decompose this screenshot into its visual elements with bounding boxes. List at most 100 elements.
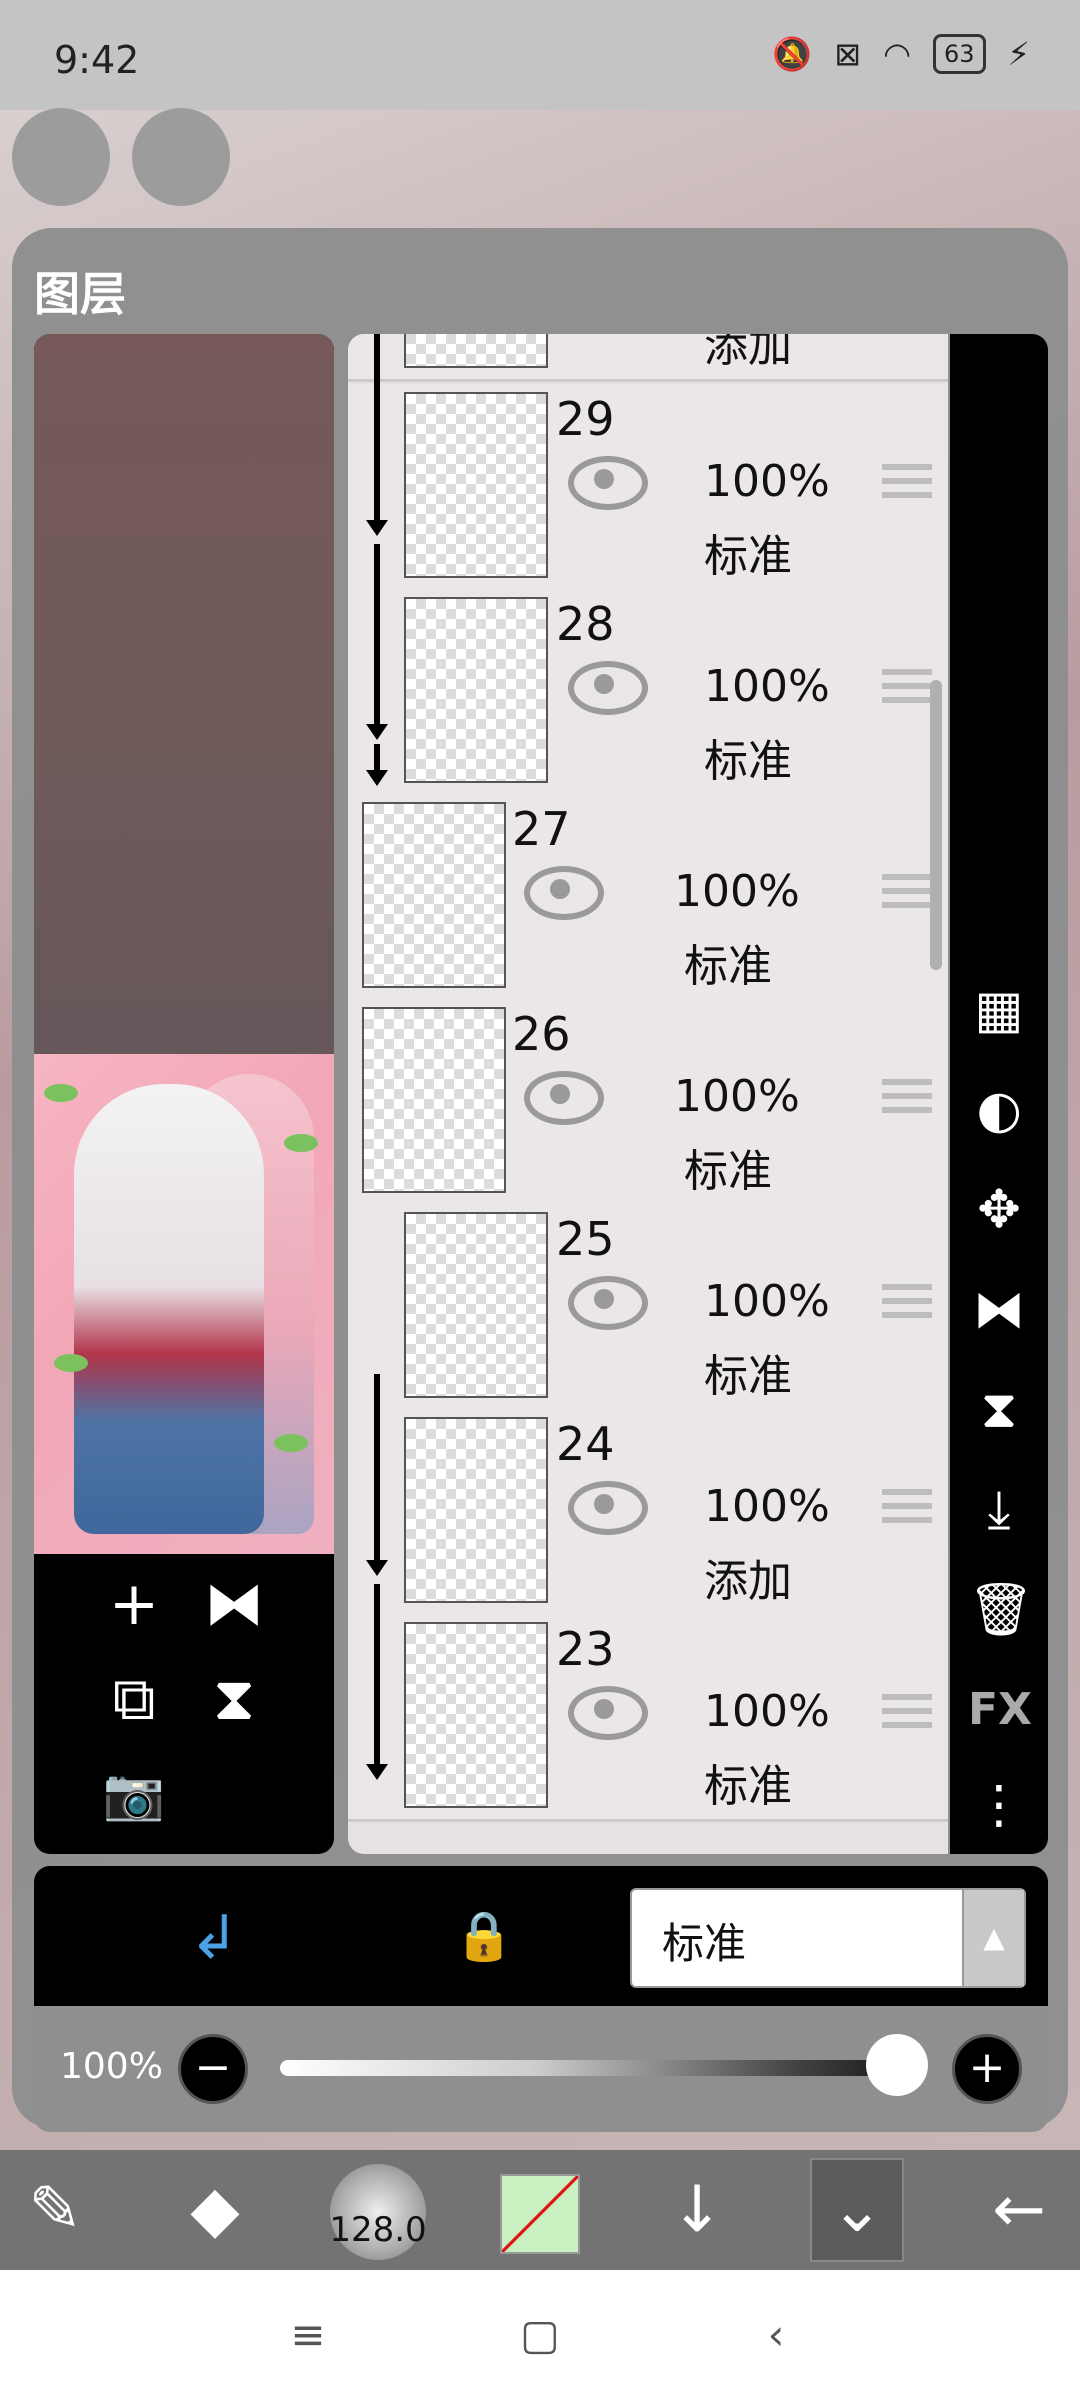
layer-row-24[interactable]: 24 100% 添加	[348, 1409, 948, 1617]
layer-opacity: 100%	[704, 456, 830, 507]
move-icon[interactable]: ✥	[968, 1179, 1030, 1241]
drag-handle-icon[interactable]	[882, 1079, 932, 1119]
drag-handle-icon[interactable]	[882, 1489, 932, 1529]
layer-thumbnail	[404, 1212, 548, 1398]
layer-row-29[interactable]: 29 100% 标准	[348, 384, 948, 592]
opacity-controls: 100% − +	[34, 2006, 1048, 2132]
redo-circle-button[interactable]	[132, 108, 230, 206]
camera-icon[interactable]: 📷	[94, 1754, 174, 1834]
drag-handle-icon[interactable]	[882, 1694, 932, 1734]
visibility-eye-icon[interactable]	[524, 1071, 604, 1125]
layer-number: 28	[556, 597, 615, 651]
clipping-arrow-icon	[366, 1560, 388, 1576]
layer-blend-mode: 标准	[704, 1761, 792, 1812]
layer-thumbnail	[362, 1007, 506, 1193]
layer-blend-mode: 标准	[704, 531, 792, 582]
layer-row-25[interactable]: 25 100% 标准	[348, 1204, 948, 1412]
layer-row-28[interactable]: 28 100% 标准	[348, 589, 948, 797]
flip-horizontal-icon[interactable]: ⧓	[194, 1564, 274, 1644]
opacity-slider[interactable]	[280, 2060, 920, 2076]
eraser-icon[interactable]: ◆	[170, 2170, 260, 2250]
merge-down-icon[interactable]: ⤓	[968, 1479, 1030, 1541]
opacity-label: 100%	[60, 2046, 163, 2087]
visibility-eye-icon[interactable]	[568, 661, 648, 715]
canvas-preview: + ⧓ ⧉ ⧗ 📷	[34, 334, 334, 1854]
duplicate-layer-icon[interactable]: ⧉	[94, 1659, 174, 1739]
color-swatch[interactable]	[500, 2174, 580, 2254]
preview-artwork[interactable]	[34, 1054, 334, 1554]
trash-icon[interactable]: 🗑	[968, 1579, 1034, 1641]
blend-mode-select[interactable]: 标准 ▲	[630, 1888, 1026, 1988]
layer-blend-mode: 标准	[704, 736, 792, 787]
clipping-line	[374, 334, 380, 524]
layer-row-23[interactable]: 23 100% 标准	[348, 1614, 948, 1822]
opacity-slider-thumb[interactable]	[866, 2034, 928, 2096]
clipping-arrow-icon	[366, 724, 388, 740]
drag-handle-icon[interactable]	[882, 464, 932, 504]
layer-thumbnail	[404, 597, 548, 783]
preview-dim-area	[34, 334, 334, 1054]
charging-icon: ⚡	[1007, 35, 1030, 73]
flip-vertical-icon[interactable]: ⧗	[968, 1379, 1030, 1441]
visibility-eye-icon[interactable]	[568, 1276, 648, 1330]
layer-number: 29	[556, 392, 615, 446]
visibility-eye-icon[interactable]	[568, 456, 648, 510]
mute-icon: 🔕	[772, 35, 813, 73]
layer-number: 25	[556, 1212, 615, 1266]
layer-row-27[interactable]: 27 100% 标准	[348, 794, 948, 1002]
blend-mode-value: 标准	[662, 1919, 747, 1968]
clipping-line	[374, 1374, 380, 1564]
back-icon[interactable]: ‹	[746, 2310, 806, 2360]
clock: 9:42	[54, 38, 140, 82]
layer-blend-mode: 标准	[684, 941, 772, 992]
artwork-figure	[74, 1084, 264, 1534]
clipping-arrow-icon	[366, 520, 388, 536]
drag-handle-icon[interactable]	[882, 669, 932, 709]
flip-vertical-icon[interactable]: ⧗	[194, 1659, 274, 1739]
clipping-line	[374, 1584, 380, 1764]
layer-opacity: 100%	[674, 866, 800, 917]
layer-list[interactable]: 添加 29 100% 标准 28 100% 标准 27 100% 标准 26 1…	[348, 334, 948, 1854]
flip-horizontal-icon[interactable]: ⧓	[968, 1279, 1030, 1341]
clipping-line	[374, 544, 380, 724]
canvas-tools: + ⧓ ⧉ ⧗ 📷	[34, 1554, 334, 1854]
alpha-lock-icon[interactable]: 🔒	[454, 1904, 514, 1968]
layer-row-26[interactable]: 26 100% 标准	[348, 999, 948, 1207]
visibility-eye-icon[interactable]	[568, 1686, 648, 1740]
layer-blend-mode: 标准	[704, 1351, 792, 1402]
minus-button[interactable]: −	[178, 2034, 248, 2104]
layer-thumbnail	[362, 802, 506, 988]
drag-handle-icon[interactable]	[882, 1284, 932, 1324]
layer-thumbnail	[404, 334, 548, 368]
leaf	[54, 1354, 88, 1372]
arrow-down-icon[interactable]: ↓	[652, 2170, 742, 2250]
drag-handle-icon[interactable]	[882, 874, 932, 914]
visibility-eye-icon[interactable]	[568, 1481, 648, 1535]
layer-blend-mode: 添加	[704, 1556, 792, 1607]
clip-icon[interactable]: ↲	[184, 1908, 244, 1968]
back-arrow-icon[interactable]: ←	[974, 2170, 1064, 2250]
more-vertical-icon[interactable]: ⋮	[968, 1774, 1030, 1836]
chevron-up-icon[interactable]: ▲	[962, 1890, 1024, 1986]
layer-row-partial[interactable]: 添加	[348, 334, 948, 382]
collapse-panel-icon[interactable]: ⌄	[810, 2158, 904, 2262]
fx-button[interactable]: FX	[968, 1679, 1032, 1741]
layer-list-scrollbar[interactable]	[930, 680, 942, 970]
add-layer-icon[interactable]: +	[94, 1564, 174, 1644]
half-circle-icon[interactable]: ◐	[968, 1079, 1030, 1141]
clipping-arrow-icon	[366, 1764, 388, 1780]
undo-circle-button[interactable]	[12, 108, 110, 206]
visibility-eye-icon[interactable]	[524, 866, 604, 920]
layer-thumbnail	[404, 1622, 548, 1808]
tool-swap-icon[interactable]: ✎	[10, 2170, 100, 2250]
leaf	[44, 1084, 78, 1102]
system-nav-bar: ≡ ▢ ‹	[0, 2270, 1080, 2400]
layer-blend-mode: 标准	[684, 1146, 772, 1197]
home-icon[interactable]: ▢	[510, 2310, 570, 2360]
brush-size-label: 128.0	[329, 2210, 427, 2250]
layer-number: 26	[512, 1007, 571, 1061]
menu-icon[interactable]: ≡	[278, 2310, 338, 2360]
blend-controls: ↲ 🔒 标准 ▲	[34, 1866, 1048, 2006]
plus-button[interactable]: +	[952, 2034, 1022, 2104]
checkerboard-icon[interactable]: ▦	[968, 979, 1030, 1041]
